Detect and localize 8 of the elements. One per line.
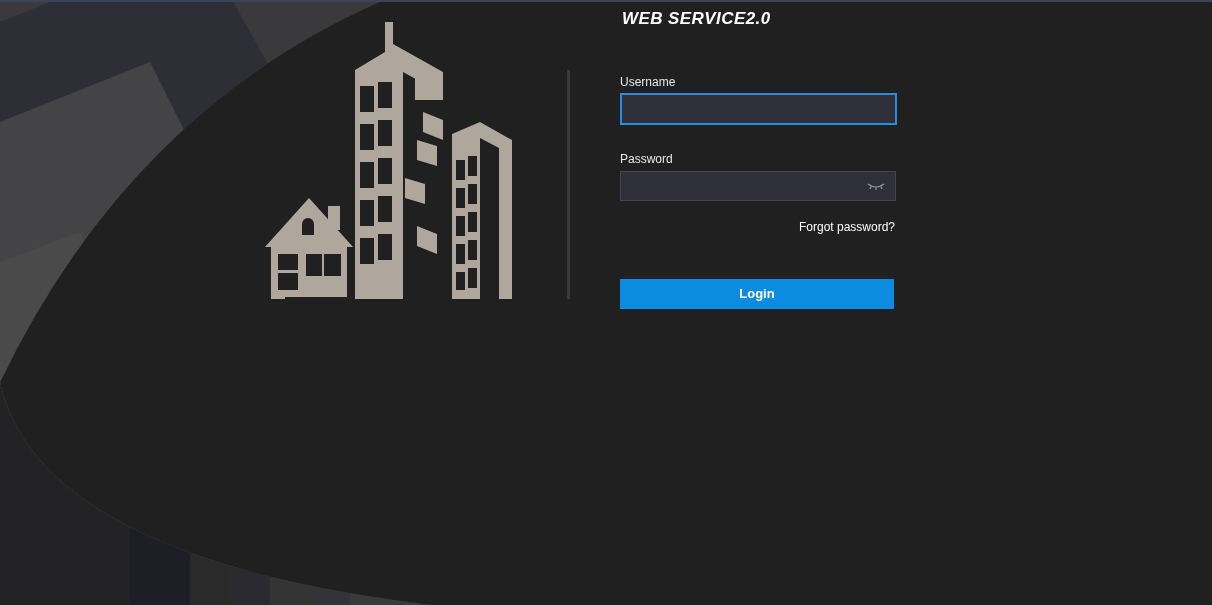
field-label: Password xyxy=(620,152,674,166)
login-button[interactable]: Login xyxy=(620,279,894,309)
password-field[interactable] xyxy=(620,171,896,201)
field-label: Username xyxy=(620,75,677,89)
forgot-password-link[interactable]: Forgot password? xyxy=(798,220,895,234)
logo-title: WEB SERVICE2.0 xyxy=(622,9,772,29)
eye-closed-icon[interactable] xyxy=(867,182,885,190)
username-field[interactable] xyxy=(620,93,897,125)
